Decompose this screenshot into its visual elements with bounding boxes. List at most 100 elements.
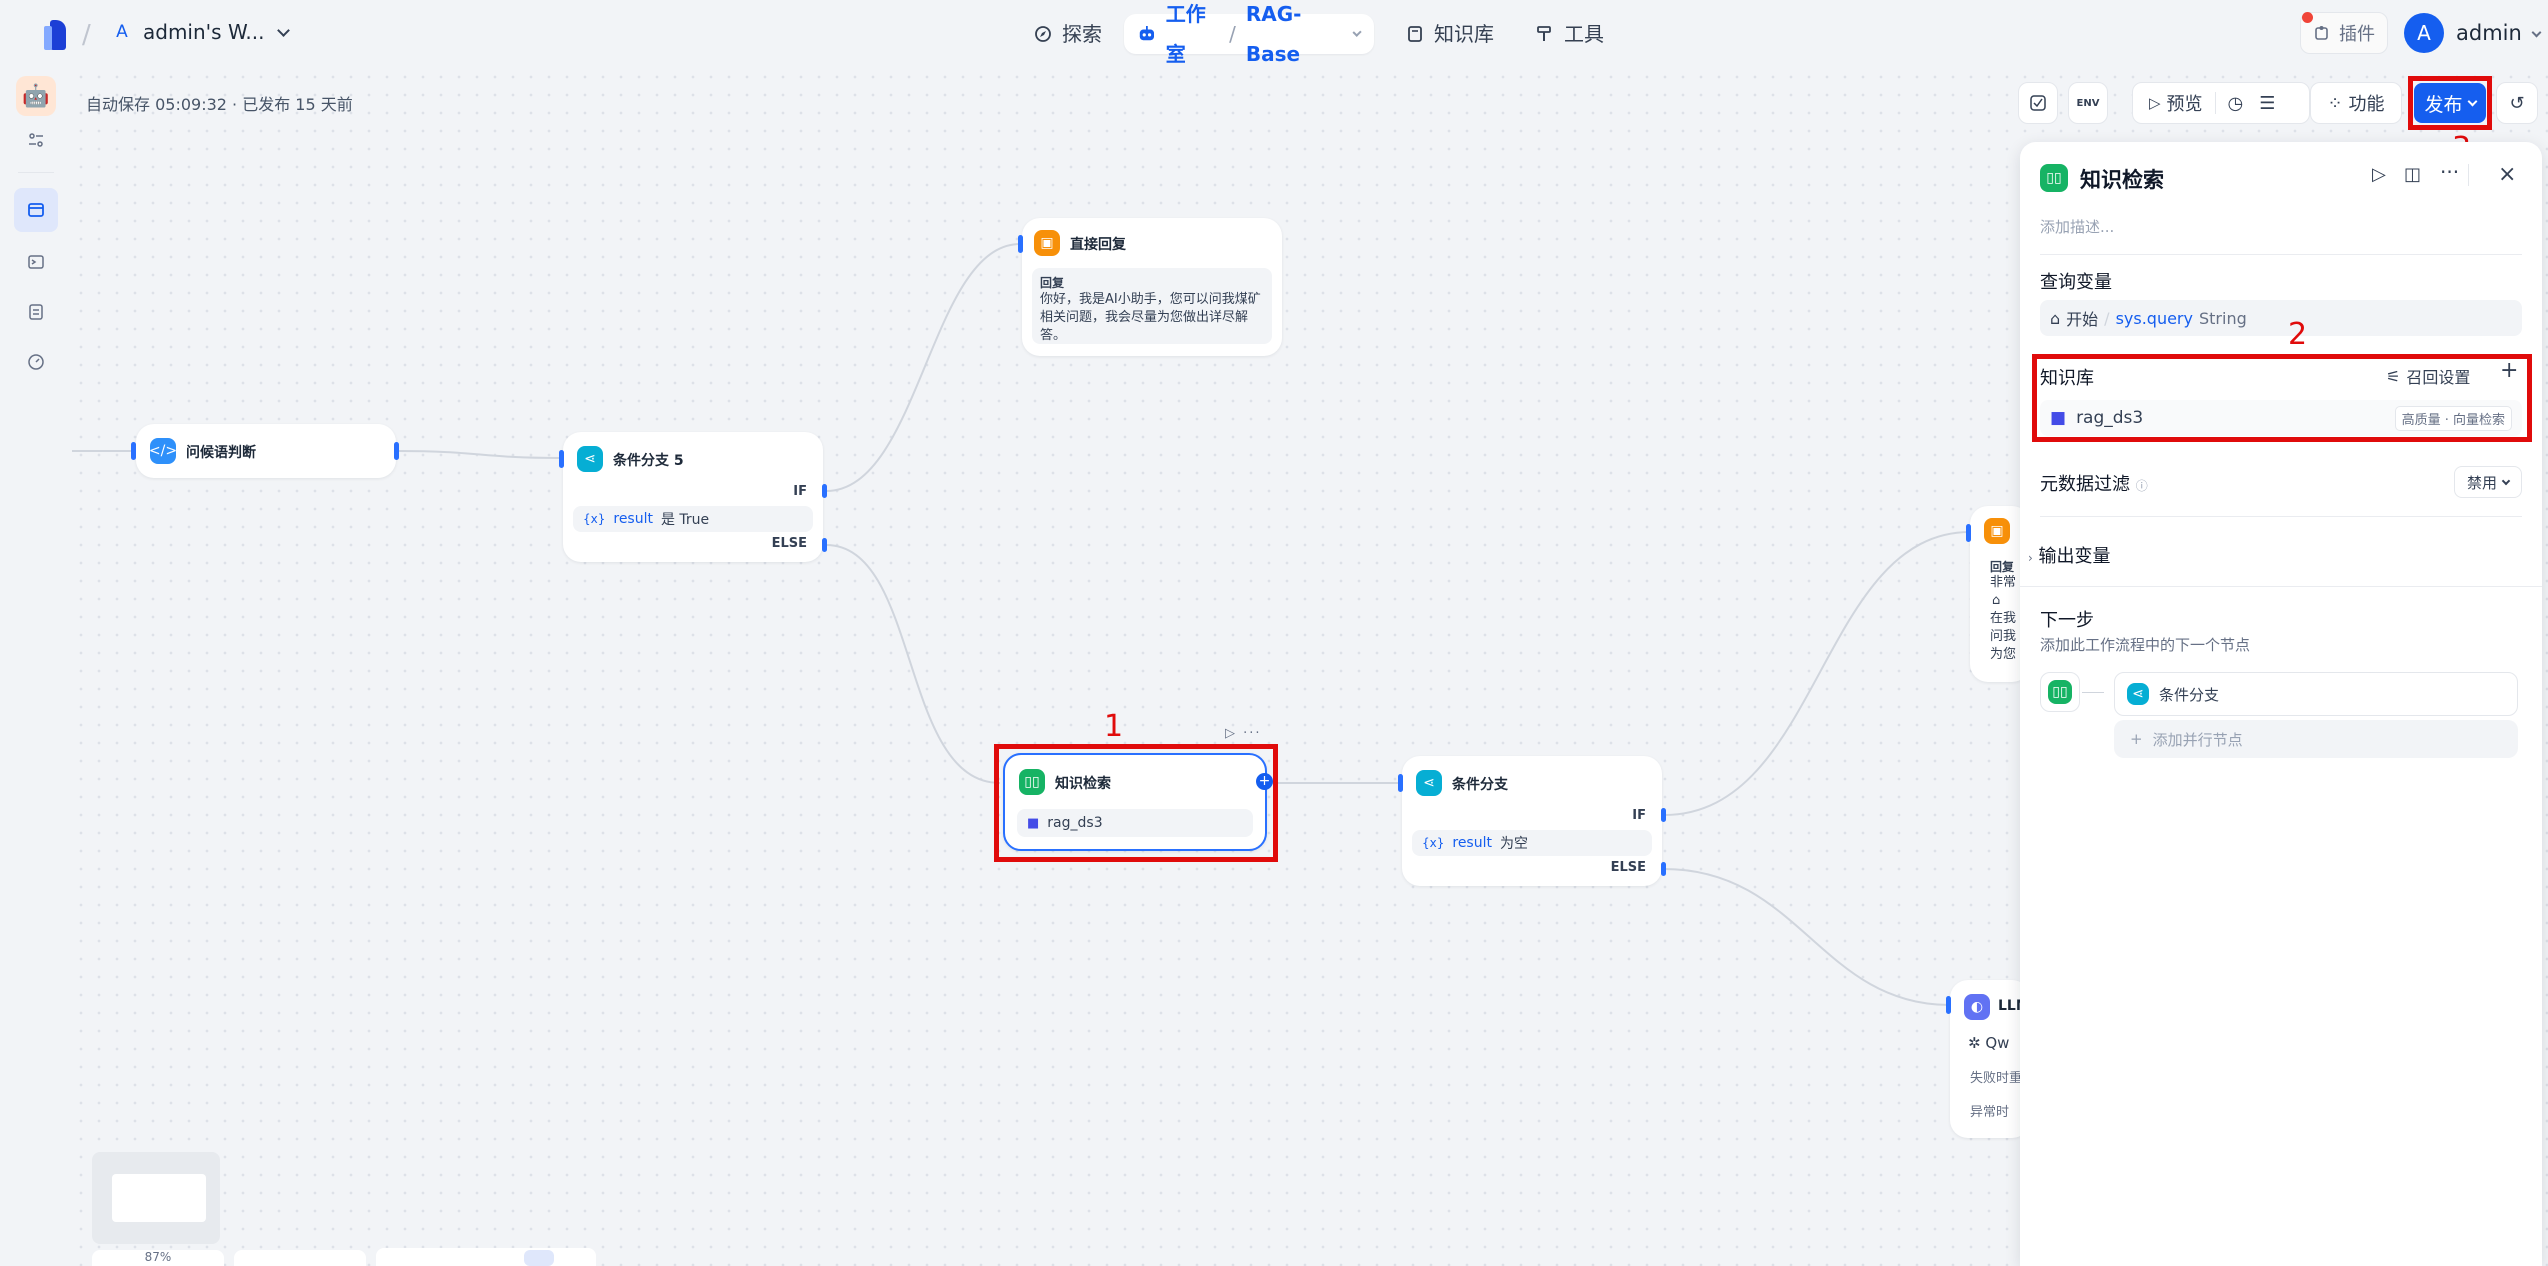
retry-label: 失败时重 <box>1970 1071 2023 1086</box>
model-name: Qw <box>1985 1034 2010 1052</box>
edge <box>825 544 1001 784</box>
node-config-panel: ▯▯ 知识检索 ▷ ◫ ··· × 添加描述... 查询变量 ⌂ 开始 / sy… <box>2020 142 2542 1266</box>
zoom-level: 87% <box>144 1250 172 1264</box>
home-icon: ⌂ <box>1992 593 2001 608</box>
add-parallel-label: 添加并行节点 <box>2152 730 2243 749</box>
checklist-button[interactable] <box>2018 82 2058 124</box>
reply-icon: ▣ <box>1034 230 1060 256</box>
checklist-icon <box>2030 95 2046 111</box>
node-question-classifier[interactable]: </> 问候语判断 <box>136 424 396 478</box>
env-icon: ENV <box>2076 97 2100 109</box>
metadata-filter-select[interactable]: 禁用 <box>2454 466 2522 498</box>
node-port[interactable] <box>394 442 399 460</box>
add-parallel-node-button[interactable]: + 添加并行节点 <box>2114 720 2518 758</box>
annotation-box-1 <box>994 744 1278 862</box>
info-icon: ⓘ <box>2135 479 2148 493</box>
reply-text: 在我 <box>1990 611 2017 626</box>
hand-tool-icon[interactable] <box>524 1250 554 1266</box>
next-node-item[interactable]: ⋖ 条件分支 <box>2114 672 2518 716</box>
annotation-number-2: 2 <box>2288 317 2308 352</box>
reply-icon: ▣ <box>1984 518 2010 544</box>
node-port[interactable] <box>1966 524 1971 542</box>
description-input[interactable]: 添加描述... <box>2040 216 2114 237</box>
model-row: ✲ Qw <box>1968 1034 2009 1052</box>
model-icon: ✲ <box>1968 1034 1981 1052</box>
node-if-else-5[interactable]: ⋖ 条件分支 5 IF {x} result 是 True ELSE <box>563 432 823 562</box>
run-node-icon[interactable]: ▷ <box>2372 164 2386 185</box>
toolbar-divider <box>2214 92 2216 114</box>
minimap[interactable] <box>92 1152 220 1244</box>
variable-icon: {x} <box>1422 836 1445 850</box>
help-book-icon[interactable]: ◫ <box>2404 164 2421 185</box>
home-icon: ⌂ <box>2050 308 2061 328</box>
book-icon: ▯▯ <box>2040 164 2068 192</box>
edge <box>397 450 561 459</box>
canvas-tool-controls[interactable] <box>376 1248 596 1266</box>
node-port[interactable] <box>1398 774 1403 792</box>
node-port[interactable] <box>131 442 136 460</box>
condition-row: {x} result 是 True <box>573 506 813 532</box>
env-button[interactable]: ENV <box>2068 82 2108 124</box>
node-title: 条件分支 <box>1452 777 1508 793</box>
query-variable-selector[interactable]: ⌂ 开始 / sys.query String <box>2040 300 2522 336</box>
divider <box>2040 254 2522 255</box>
output-vars-toggle[interactable]: › 输出变量 <box>2028 542 2111 568</box>
node-title: 直接回复 <box>1070 237 1126 253</box>
version-history-button[interactable]: ↺ <box>2496 82 2538 124</box>
node-port-if[interactable] <box>1661 808 1666 822</box>
node-if-else[interactable]: ⋖ 条件分支 IF {x} result 为空 ELSE <box>1402 756 1662 886</box>
zoom-control[interactable]: 87% <box>92 1250 224 1266</box>
checklist-icon[interactable]: ☰ <box>2259 93 2275 114</box>
play-icon: ▷ <box>2149 94 2161 112</box>
plus-icon: + <box>2130 730 2143 748</box>
query-var-type: String <box>2198 308 2247 328</box>
if-label: IF <box>1632 808 1646 823</box>
chevron-right-icon: › <box>2028 551 2033 565</box>
node-title: 问候语判断 <box>186 445 256 461</box>
node-port-else[interactable] <box>822 538 827 552</box>
divider <box>2040 516 2522 517</box>
condition-row: {x} result 为空 <box>1412 830 1652 856</box>
panel-title[interactable]: 知识检索 <box>2080 164 2164 194</box>
output-variables-label: 输出变量 <box>2038 546 2111 567</box>
edge <box>1663 868 1951 1006</box>
history-run-icon[interactable]: ◷ <box>2228 93 2244 114</box>
node-title: 条件分支 5 <box>613 453 684 469</box>
condition-variable: result <box>1452 835 1492 851</box>
current-node-icon: ▯▯ <box>2040 672 2080 712</box>
reply-text: 你好，我是AI小助手，您可以问我煤矿相关问题，我会尽量为您做出详尽解答。 <box>1040 292 1261 343</box>
else-label: ELSE <box>1610 860 1646 875</box>
next-step-description: 添加此工作流程中的下一个节点 <box>2040 636 2251 654</box>
book-icon: ▯▯ <box>2048 680 2072 704</box>
metadata-filter-value: 禁用 <box>2466 473 2497 492</box>
connector-line <box>2082 692 2104 693</box>
node-port-else[interactable] <box>1661 862 1666 876</box>
node-llm-partial[interactable]: ◐ LLM ✲ Qw 失败时重 异常时 <box>1950 980 2030 1138</box>
reply-section-label: 回复 <box>1040 276 1065 290</box>
annotation-box-2 <box>2032 354 2532 442</box>
preview-button[interactable]: 预览 <box>2167 90 2203 116</box>
metadata-filter-label: 元数据过滤 <box>2040 474 2130 495</box>
annotation-number-1: 1 <box>1104 709 1124 744</box>
node-port[interactable] <box>559 450 564 468</box>
features-icon: ⁘ <box>2327 92 2343 114</box>
condition-variable: result <box>613 511 653 527</box>
header-divider <box>2468 164 2469 186</box>
branch-icon: ⋖ <box>1416 770 1442 796</box>
branch-icon: ⋖ <box>2127 683 2149 705</box>
node-direct-reply[interactable]: ▣ 直接回复 回复 你好，我是AI小助手，您可以问我煤矿相关问题，我会尽量为您做… <box>1022 218 1282 356</box>
node-port[interactable] <box>1946 996 1951 1014</box>
more-icon[interactable]: ··· <box>2440 160 2459 184</box>
node-port-if[interactable] <box>822 484 827 498</box>
if-label: IF <box>793 484 807 499</box>
node-actions[interactable]: ▷ ··· <box>1225 726 1262 741</box>
undo-redo-controls[interactable] <box>234 1250 366 1266</box>
edge <box>1663 531 1971 816</box>
close-icon[interactable]: × <box>2498 162 2516 187</box>
error-label: 异常时 <box>1970 1105 2010 1120</box>
divider <box>2020 586 2542 587</box>
reply-text: 非常 <box>1990 575 2017 590</box>
features-label: 功能 <box>2348 94 2385 115</box>
node-port[interactable] <box>1018 235 1023 253</box>
features-button[interactable]: ⁘ 功能 <box>2310 82 2402 124</box>
